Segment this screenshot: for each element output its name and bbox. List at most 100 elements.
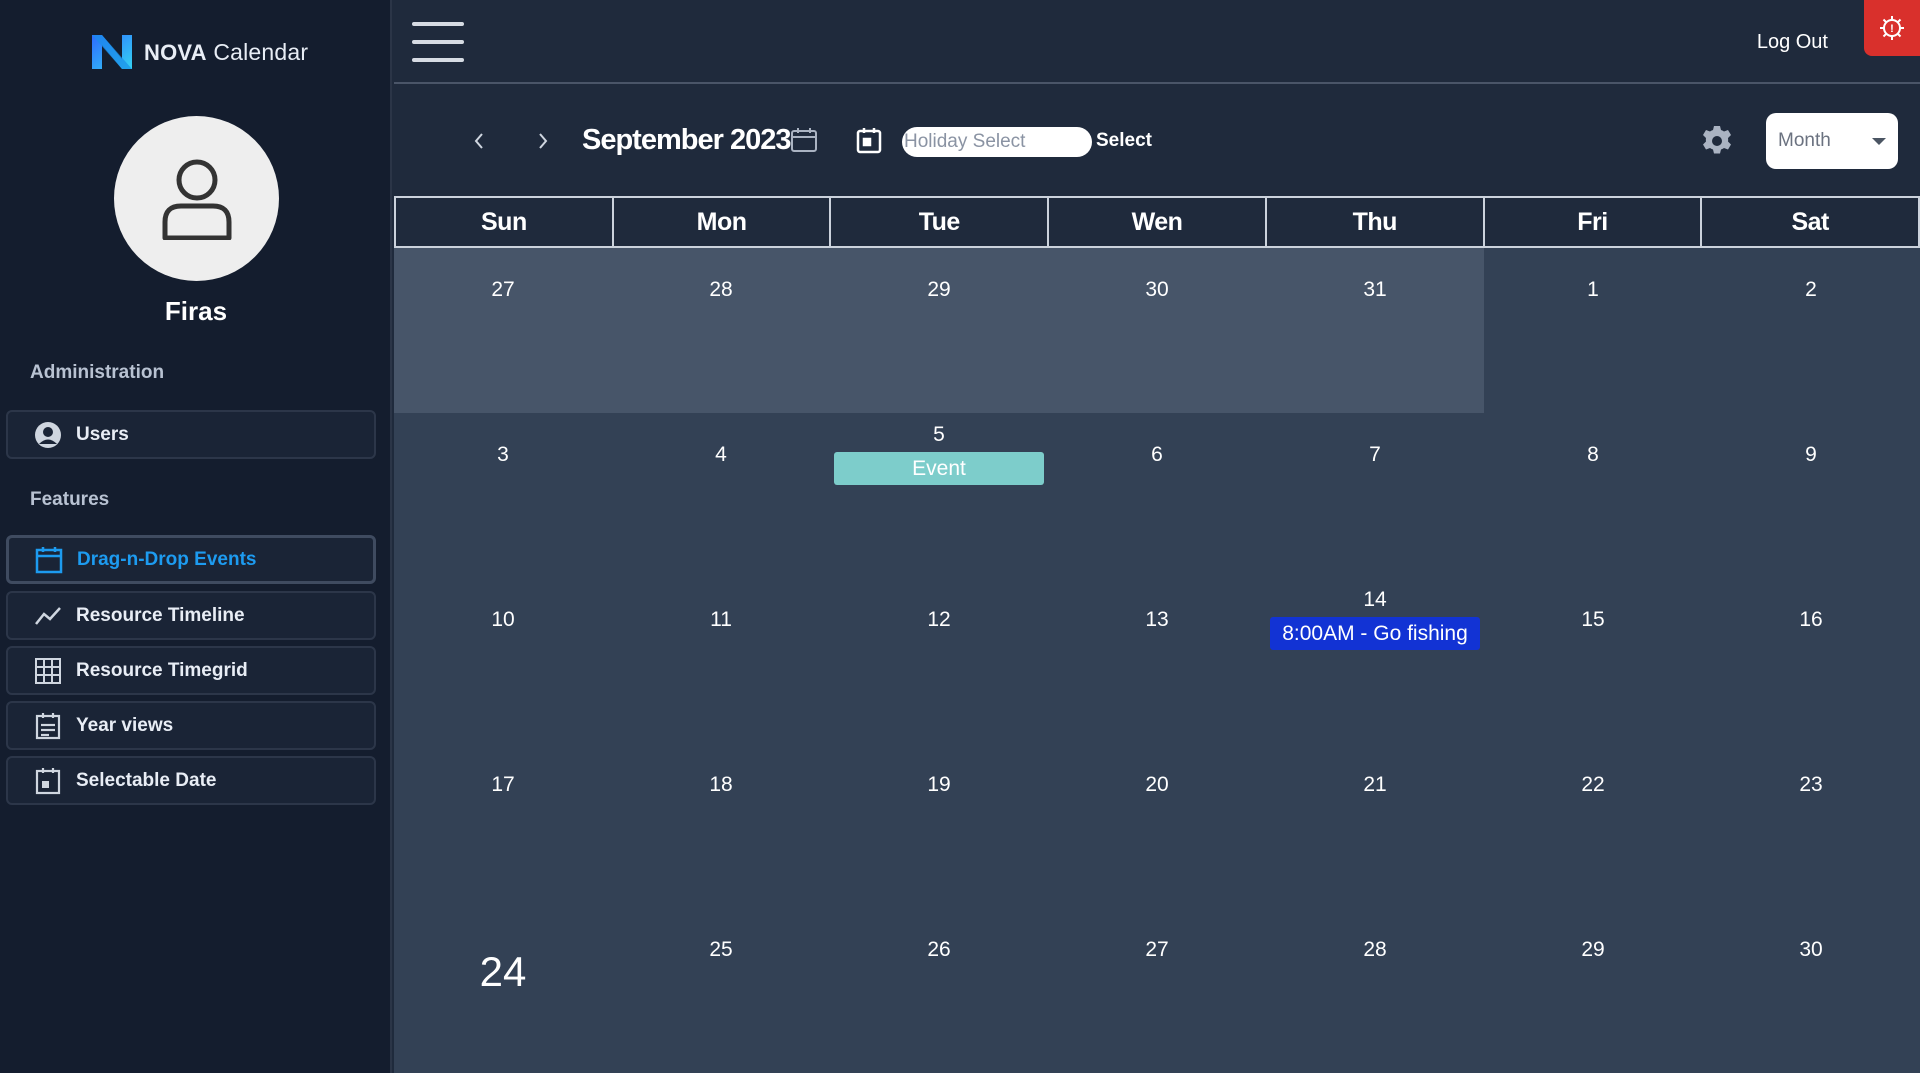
calendar-check-icon	[34, 767, 62, 795]
calendar-event[interactable]: 8:00AM - Go fishing	[1270, 617, 1480, 650]
settings-badge[interactable]: !	[1864, 0, 1920, 56]
day-cell[interactable]: 25	[612, 908, 830, 1073]
day-number: 28	[1363, 938, 1387, 961]
day-cell[interactable]: 8	[1484, 413, 1702, 578]
sidebar-item-label: Resource Timeline	[76, 604, 245, 626]
sidebar-item-resource-timegrid[interactable]: Resource Timegrid	[6, 646, 376, 695]
day-number: 17	[491, 773, 515, 796]
day-cell[interactable]: 27	[1048, 908, 1266, 1073]
day-cell[interactable]: 11	[612, 578, 830, 743]
day-cell[interactable]: 9	[1702, 413, 1920, 578]
day-cell[interactable]: 30	[1048, 248, 1266, 413]
holiday-select-input[interactable]	[902, 127, 1092, 157]
section-label-administration: Administration	[30, 362, 165, 383]
day-cell[interactable]: 27	[394, 248, 612, 413]
sidebar-item-drag-n-drop-events[interactable]: Drag-n-Drop Events	[6, 535, 376, 584]
day-cell[interactable]: 20	[1048, 743, 1266, 908]
day-cell[interactable]: 17	[394, 743, 612, 908]
day-cell[interactable]: 22	[1484, 743, 1702, 908]
day-cell[interactable]: 23	[1702, 743, 1920, 908]
day-cell[interactable]: 5 Event	[830, 413, 1048, 578]
day-cell[interactable]: 6	[1048, 413, 1266, 578]
sidebar-item-label: Year views	[76, 714, 174, 736]
menu-toggle-icon[interactable]	[412, 22, 464, 62]
day-cell[interactable]: 16	[1702, 578, 1920, 743]
day-cell[interactable]: 31	[1266, 248, 1484, 413]
calendar-toolbar: September 2023 Select Month	[394, 86, 1920, 196]
today-button[interactable]	[853, 124, 885, 156]
day-cell[interactable]: 13	[1048, 578, 1266, 743]
holiday-select-label: Select	[1096, 130, 1152, 151]
day-number: 1	[1587, 278, 1599, 301]
calendar-outline-icon	[791, 128, 817, 152]
sidebar-item-label: Resource Timegrid	[76, 659, 248, 681]
avatar[interactable]	[114, 116, 279, 281]
sidebar-item-users[interactable]: Users	[6, 410, 376, 459]
day-cell[interactable]: 14 8:00AM - Go fishing	[1266, 578, 1484, 743]
date-picker-button[interactable]	[788, 124, 820, 156]
day-cell[interactable]: 15	[1484, 578, 1702, 743]
day-cell-today[interactable]: 24	[394, 908, 612, 1073]
day-cell[interactable]: 30	[1702, 908, 1920, 1073]
day-cell[interactable]: 7	[1266, 413, 1484, 578]
day-number: 8	[1587, 443, 1599, 466]
day-cell[interactable]: 12	[830, 578, 1048, 743]
month-calendar: Sun Mon Tue Wen Thu Fri Sat 27 28 29 30 31 1 2…	[394, 196, 1920, 1073]
day-number: 16	[1799, 608, 1823, 631]
calendar-week-row: 24 25 26 27 28 29 30	[394, 908, 1920, 1073]
sidebar-item-selectable-date[interactable]: Selectable Date	[6, 756, 376, 805]
username: Firas	[164, 296, 228, 326]
calendar-week-row: 17 18 19 20 21 22 23	[394, 743, 1920, 908]
day-number: 30	[1799, 938, 1823, 961]
brand[interactable]: NOVA Calendar	[88, 30, 308, 74]
sidebar-item-label: Drag-n-Drop Events	[77, 548, 257, 570]
day-number: 26	[927, 938, 951, 961]
day-cell[interactable]: 28	[1266, 908, 1484, 1073]
calendar-week-row: 10 11 12 13 14 8:00AM - Go fishing 15 16	[394, 578, 1920, 743]
day-cell[interactable]: 29	[830, 248, 1048, 413]
view-select[interactable]: Month	[1766, 113, 1898, 169]
day-cell[interactable]: 28	[612, 248, 830, 413]
sidebar-item-resource-timeline[interactable]: Resource Timeline	[6, 591, 376, 640]
day-cell[interactable]: 3	[394, 413, 612, 578]
day-number: 23	[1799, 773, 1823, 796]
logout-link[interactable]: Log Out	[1757, 31, 1828, 54]
day-cell[interactable]: 1	[1484, 248, 1702, 413]
day-number: 10	[491, 608, 515, 631]
calendar-event[interactable]: Event	[834, 452, 1044, 485]
user-icon	[162, 159, 231, 240]
day-number: 9	[1805, 443, 1817, 466]
day-cell[interactable]: 19	[830, 743, 1048, 908]
day-number: 15	[1581, 608, 1605, 631]
weekday-label: Fri	[1482, 198, 1701, 248]
gear-icon[interactable]	[1700, 124, 1734, 158]
day-cell[interactable]: 10	[394, 578, 612, 743]
weekday-label: Wen	[1047, 198, 1265, 248]
day-number: 14	[1363, 588, 1387, 611]
svg-text:!: !	[1890, 23, 1894, 35]
chevron-left-icon	[474, 133, 483, 149]
day-number: 3	[497, 443, 509, 466]
next-month-button[interactable]	[528, 126, 558, 156]
sidebar-item-year-views[interactable]: Year views	[6, 701, 376, 750]
day-cell[interactable]: 26	[830, 908, 1048, 1073]
user-circle-icon	[34, 421, 62, 449]
day-number: 27	[491, 278, 515, 301]
day-cell[interactable]: 18	[612, 743, 830, 908]
sidebar-item-label: Users	[76, 423, 129, 445]
day-number: 30	[1145, 278, 1169, 301]
nova-logo-icon	[92, 35, 132, 69]
day-cell[interactable]: 29	[1484, 908, 1702, 1073]
weekday-label: Mon	[611, 198, 830, 248]
day-cell[interactable]: 21	[1266, 743, 1484, 908]
day-number: 20	[1145, 773, 1169, 796]
day-number: 4	[715, 443, 727, 466]
day-number: 6	[1151, 443, 1163, 466]
weekday-label: Sun	[394, 198, 612, 248]
brand-name: NOVA Calendar	[144, 38, 309, 65]
day-cell[interactable]: 2	[1702, 248, 1920, 413]
day-number: 2	[1805, 278, 1817, 301]
grid-icon	[34, 657, 62, 685]
day-cell[interactable]: 4	[612, 413, 830, 578]
prev-month-button[interactable]	[464, 126, 494, 156]
